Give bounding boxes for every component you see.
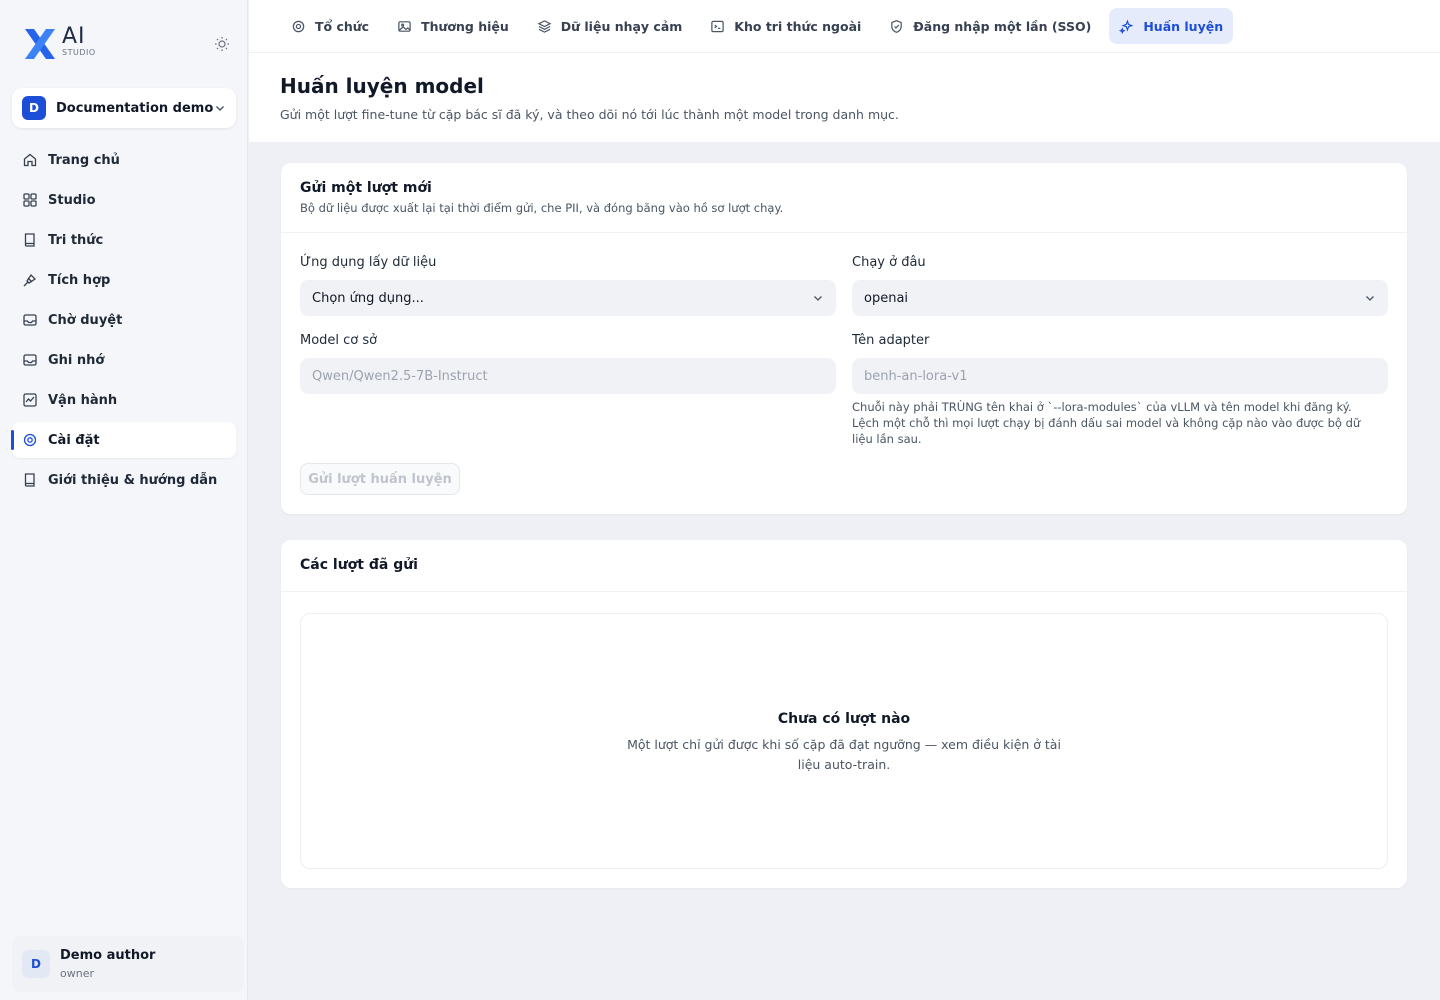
avatar: D [22,950,50,978]
adapter-name-input[interactable] [852,358,1388,394]
sidebar-item-label: Studio [48,192,96,208]
card-description: Bộ dữ liệu được xuất lại tại thời điểm g… [300,201,784,215]
sidebar-item-studio[interactable]: Studio [12,182,236,218]
tab-external-knowledge[interactable]: Kho tri thức ngoài [700,8,871,44]
memory-icon [23,354,37,366]
base-model-input[interactable] [300,358,836,394]
empty-state: Chưa có lượt nào Một lượt chỉ gửi được k… [300,613,1388,869]
sidebar-item-label: Giới thiệu & hướng dẫn [48,472,218,488]
sidebar-item-label: Cài đặt [48,432,100,448]
sidebar-item-label: Vận hành [48,392,118,408]
empty-state-title: Chưa có lượt nào [777,711,911,727]
user-name: Demo author [60,948,156,963]
layers-icon [537,19,552,33]
runner-field-label: Chạy ở đâu [852,255,926,270]
page-header: Tổ chức Thương hiệu Dữ liệu nhạy cảm Kho… [249,0,1440,142]
sidebar: AI STUDIO D Documentation demo Trang chủ… [0,0,248,1000]
book-icon [24,233,35,247]
card-title: Gửi một lượt mới [300,180,432,196]
empty-state-description: Một lượt chỉ gửi được khi số cặp đã đạt … [627,737,1061,772]
sidebar-item-knowledge[interactable]: Tri thức [12,222,236,258]
tab-branding[interactable]: Thương hiệu [387,8,519,44]
sidebar-item-guide[interactable]: Giới thiệu & hướng dẫn [12,462,236,498]
logo-text: AI [62,24,86,49]
page-subtitle: Gửi một lượt fine-tune từ cặp bác sĩ đã … [280,107,899,122]
app-select[interactable]: Chọn ứng dụng... [300,280,836,316]
tab-sso[interactable]: Đăng nhập một lần (SSO) [879,8,1101,44]
runner-select[interactable]: openai [852,280,1388,316]
theme-toggle-button[interactable] [212,34,232,54]
settings-tabs: Tổ chức Thương hiệu Dữ liệu nhạy cảm Kho… [281,8,1241,44]
submit-run-card: Gửi một lượt mới Bộ dữ liệu được xuất lạ… [281,163,1407,514]
card-header: Gửi một lượt mới Bộ dữ liệu được xuất lạ… [281,163,1407,233]
adapter-hint: Chuỗi này phải TRÙNG tên khai ở `--lora-… [852,400,1361,446]
plug-icon [23,273,37,287]
page-title: Huấn luyện model [280,74,484,98]
card-header: Các lượt đã gửi [281,540,1407,592]
user-role: owner [60,967,94,980]
sidebar-item-label: Tích hợp [48,272,111,288]
inbox-icon [23,314,37,326]
image-icon [398,20,411,32]
app-logo[interactable]: AI STUDIO [22,26,96,62]
terminal-icon [711,20,725,32]
tab-label: Huấn luyện [1143,18,1224,34]
grid-icon [23,193,37,207]
tab-label: Đăng nhập một lần (SSO) [913,18,1092,34]
x-logo-icon [25,29,55,59]
sidebar-item-pending[interactable]: Chờ duyệt [12,302,236,338]
model-field-label: Model cơ sở [300,333,378,348]
activity-icon [23,393,37,407]
tab-label: Dữ liệu nhạy cảm [560,18,683,34]
tab-label: Tổ chức [315,18,370,34]
sidebar-item-integrations[interactable]: Tích hợp [12,262,236,298]
tabs-divider [249,52,1440,53]
workspace-badge: D [22,96,46,120]
workspace-switcher[interactable]: D Documentation demo [12,88,236,128]
sun-icon [215,37,229,51]
sidebar-item-memory[interactable]: Ghi nhớ [12,342,236,378]
sidebar-item-label: Trang chủ [48,152,120,168]
tab-sensitive-data[interactable]: Dữ liệu nhạy cảm [527,8,693,44]
chevron-down-icon [1366,296,1374,301]
home-icon [23,153,37,167]
sidebar-item-label: Tri thức [48,232,104,248]
gear-icon [292,20,305,32]
shield-icon [891,19,903,33]
app-select-value: Chọn ứng dụng... [312,290,424,306]
book-icon [24,473,35,487]
runner-select-value: openai [864,290,909,306]
sparkle-icon [1119,19,1134,34]
sidebar-item-label: Chờ duyệt [48,312,123,328]
adapter-field-label: Tên adapter [852,333,930,348]
submit-training-button[interactable]: Gửi lượt huấn luyện [300,463,460,495]
tab-training[interactable]: Huấn luyện [1109,8,1234,44]
logo-subtext: STUDIO [62,48,96,57]
user-profile[interactable]: D Demo author owner [12,936,244,992]
card-title: Các lượt đã gửi [300,557,418,573]
tab-label: Thương hiệu [421,18,509,34]
sidebar-item-home[interactable]: Trang chủ [12,142,236,178]
app-field-label: Ứng dụng lấy dữ liệu [300,255,437,270]
sidebar-item-settings[interactable]: Cài đặt [11,422,236,458]
tab-organization[interactable]: Tổ chức [281,8,379,44]
chevron-down-icon [216,106,224,111]
sidebar-item-label: Ghi nhớ [48,352,105,368]
sidebar-item-operations[interactable]: Vận hành [12,382,236,418]
runs-card: Các lượt đã gửi Chưa có lượt nào Một lượ… [281,540,1407,888]
gear-icon [23,433,37,447]
sidebar-nav: Trang chủ Studio Tri thức Tích hợp Chờ d… [11,142,236,502]
chevron-down-icon [814,296,822,301]
workspace-name: Documentation demo [56,100,214,116]
tab-label: Kho tri thức ngoài [734,18,862,34]
